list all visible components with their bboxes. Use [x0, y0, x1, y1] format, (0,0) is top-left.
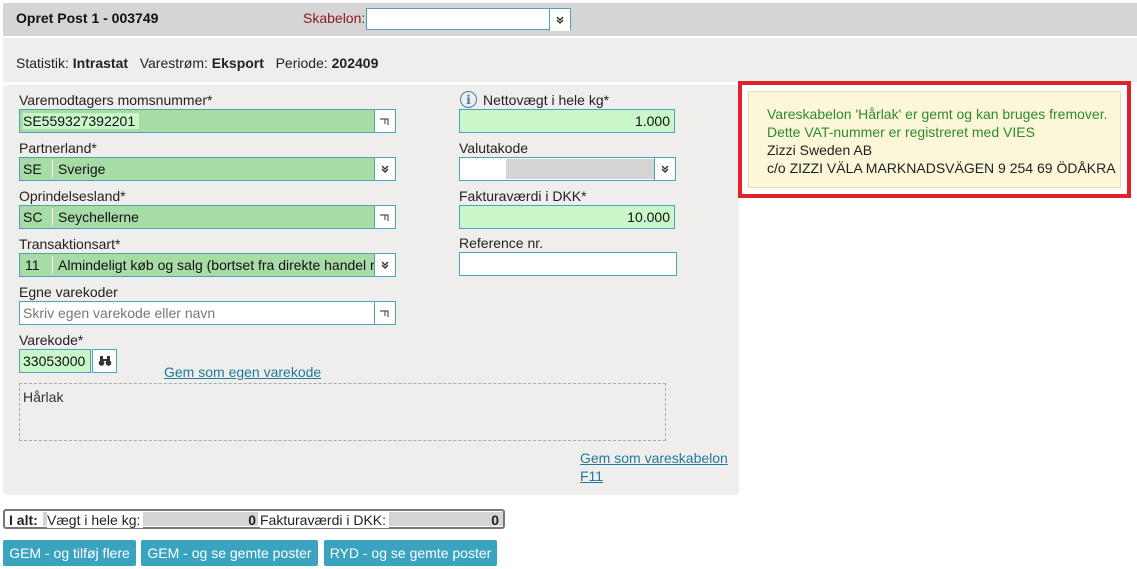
origin-code: SC [23, 209, 43, 225]
partner-select[interactable]: SE Sverige [19, 157, 396, 181]
vat-input[interactable]: SE559327392201 [19, 109, 396, 133]
currency-label: Valutakode [459, 140, 529, 156]
origin-input[interactable]: SC Seychellerne [19, 205, 396, 229]
save-template-shortcut[interactable]: F11 [580, 468, 603, 484]
net-weight-value: 1.000 [634, 113, 670, 129]
info-icon[interactable]: i [460, 91, 477, 108]
statistik-value: Intrastat [72, 55, 129, 71]
save-template-link[interactable]: Gem som vareskabelon [580, 450, 728, 466]
varekode-value: 33053000 [23, 353, 86, 369]
template-label: Skabelon: [303, 10, 366, 26]
invoice-input[interactable]: 10.000 [459, 205, 675, 229]
notice-line-2: Dette VAT-nummer er registreret med VIES [767, 124, 1035, 140]
net-weight-label: Nettovægt i hele kg* [483, 92, 610, 108]
chevron-double-down-icon[interactable] [374, 158, 395, 180]
lookup-icon[interactable] [374, 302, 395, 324]
chevron-double-down-icon[interactable] [549, 9, 570, 31]
invoice-value: 10.000 [627, 209, 670, 225]
totals-bar: I alt: Vægt i hele kg: 0 Fakturaværdi i … [3, 509, 505, 529]
description-box: Hårlak [19, 383, 666, 441]
reference-label: Reference nr. [459, 235, 544, 251]
varestrom-label: Varestrøm: [139, 55, 208, 71]
currency-select[interactable] [459, 157, 676, 181]
trans-select[interactable]: 11 Almindeligt køb og salg (bortset fra … [19, 253, 396, 277]
totals-weight-field: Vægt i hele kg: 0 [43, 512, 258, 528]
vat-label: Varemodtagers momsnummer* [19, 92, 213, 108]
periode-value: 202409 [331, 55, 379, 71]
totals-invoice-label: Fakturaværdi i DKK: [260, 512, 390, 528]
origin-name: Seychellerne [58, 209, 139, 225]
reference-input[interactable] [459, 252, 677, 276]
invoice-label: Fakturaværdi i DKK* [459, 188, 587, 204]
notice-line-3: Zizzi Sweden AB [767, 142, 873, 158]
vat-value: SE559327392201 [23, 113, 140, 129]
save-add-button[interactable]: GEM - og tilføj flere [3, 540, 136, 566]
net-weight-input[interactable]: 1.000 [459, 109, 675, 133]
page-title: Opret Post 1 - 003749 [16, 10, 159, 26]
save-own-code-link[interactable]: Gem som egen varekode [164, 364, 321, 380]
chevron-double-down-icon[interactable] [654, 158, 675, 180]
totals-invoice-field: Fakturaværdi i DKK: 0 [260, 512, 503, 528]
partner-code: SE [23, 161, 42, 177]
origin-label: Oprindelsesland* [19, 188, 126, 204]
description-text: Hårlak [23, 389, 64, 405]
notice-line-4: c/o ZIZZI VÄLA MARKNADSVÄGEN 9 254 69 ÖD… [767, 160, 1116, 176]
statistik-label: Statistik: [16, 55, 69, 71]
divider [52, 256, 53, 274]
notice-box: Vareskabelon 'Hårlak' er gemt og kan bru… [738, 81, 1131, 198]
lookup-icon[interactable] [374, 110, 395, 132]
partner-label: Partnerland* [19, 140, 97, 156]
notice-line-1: Vareskabelon 'Hårlak' er gemt og kan bru… [767, 106, 1108, 122]
totals-invoice-value: 0 [491, 512, 499, 528]
varestrom-value: Eksport [211, 55, 264, 71]
divider [52, 208, 53, 226]
divider [52, 160, 53, 178]
chevron-double-down-icon[interactable] [374, 254, 395, 276]
partner-name: Sverige [58, 161, 106, 177]
clear-view-button[interactable]: RYD - og se gemte poster [324, 540, 497, 566]
totals-weight-label: Vægt i hele kg: [47, 512, 144, 528]
totals-label: I alt: [9, 512, 38, 528]
currency-name-field [506, 159, 656, 179]
periode-label: Periode: [275, 55, 328, 71]
varekode-label: Varekode* [19, 332, 84, 348]
save-view-button[interactable]: GEM - og se gemte poster [141, 540, 318, 566]
lookup-icon[interactable] [374, 206, 395, 228]
binoculars-icon[interactable] [92, 349, 117, 373]
trans-label: Transaktionsart* [19, 236, 121, 252]
varekode-input[interactable]: 33053000 [19, 349, 91, 373]
totals-weight-value: 0 [248, 512, 256, 528]
own-codes-label: Egne varekoder [19, 284, 118, 300]
own-codes-placeholder: Skriv egen varekode eller navn [23, 305, 216, 321]
template-select[interactable] [366, 8, 571, 31]
notice-content: Vareskabelon 'Hårlak' er gemt og kan bru… [748, 91, 1121, 188]
info-line: Statistik: Intrastat Varestrøm: Eksport … [16, 55, 378, 71]
own-codes-input[interactable]: Skriv egen varekode eller navn [19, 301, 396, 325]
trans-code: 11 [25, 257, 40, 273]
trans-name: Almindeligt køb og salg (bortset fra dir… [58, 257, 374, 273]
